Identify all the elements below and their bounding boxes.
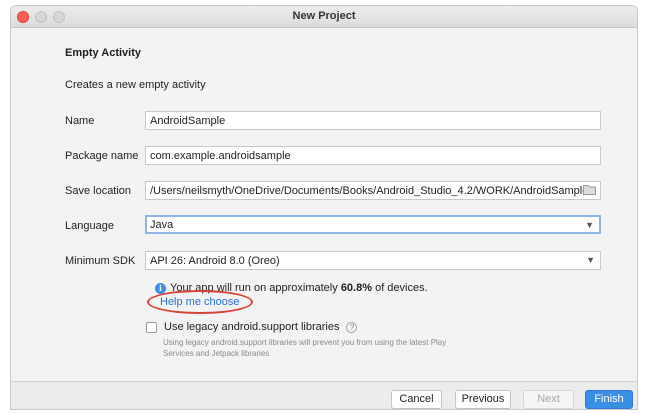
name-field[interactable]: AndroidSample (145, 111, 601, 130)
coverage-percent: 60.8% (340, 282, 373, 294)
package-name-value: com.example.androidsample (150, 150, 291, 162)
template-description: Creates a new empty activity (65, 79, 206, 91)
folder-icon[interactable] (583, 184, 596, 195)
window-title: New Project (292, 10, 356, 22)
title-bar: New Project (11, 6, 637, 28)
language-label: Language (65, 220, 114, 232)
chevron-down-icon: ▼ (585, 220, 594, 230)
legacy-libraries-note: Using legacy android.support libraries w… (163, 338, 447, 358)
dialog-footer: Cancel Previous Next Finish (11, 381, 637, 409)
language-select[interactable]: Java ▼ (145, 215, 601, 234)
save-location-field[interactable]: /Users/neilsmyth/OneDrive/Documents/Book… (145, 181, 601, 200)
finish-button[interactable]: Finish (585, 390, 633, 409)
next-button[interactable]: Next (523, 390, 574, 409)
new-project-window: New Project Empty Activity Creates a new… (10, 5, 638, 410)
legacy-libraries-checkbox[interactable] (146, 321, 157, 333)
cancel-button[interactable]: Cancel (391, 390, 442, 409)
info-icon: i (155, 282, 166, 294)
save-location-label: Save location (65, 185, 132, 197)
package-name-field[interactable]: com.example.androidsample (145, 146, 601, 165)
language-value: Java (150, 219, 174, 231)
highlight-annotation (147, 290, 253, 314)
chevron-down-icon: ▼ (586, 255, 595, 265)
previous-button[interactable]: Previous (455, 390, 511, 409)
template-heading: Empty Activity (65, 47, 142, 59)
save-location-value: /Users/neilsmyth/OneDrive/Documents/Book… (150, 185, 589, 197)
coverage-text-suffix: of devices. (372, 282, 428, 294)
help-icon[interactable]: ? (346, 321, 358, 333)
minimum-sdk-value: API 26: Android 8.0 (Oreo) (150, 255, 280, 267)
legacy-libraries-option[interactable]: Use legacy android.support libraries ? (146, 321, 358, 333)
minimum-sdk-select[interactable]: API 26: Android 8.0 (Oreo) ▼ (145, 251, 601, 270)
package-name-label: Package name (65, 150, 139, 162)
minimum-sdk-label: Minimum SDK (65, 255, 136, 267)
legacy-libraries-label: Use legacy android.support libraries (164, 321, 340, 333)
form-panel: Empty Activity Creates a new empty activ… (11, 29, 637, 381)
name-label: Name (65, 115, 95, 127)
name-value: AndroidSample (150, 115, 226, 127)
